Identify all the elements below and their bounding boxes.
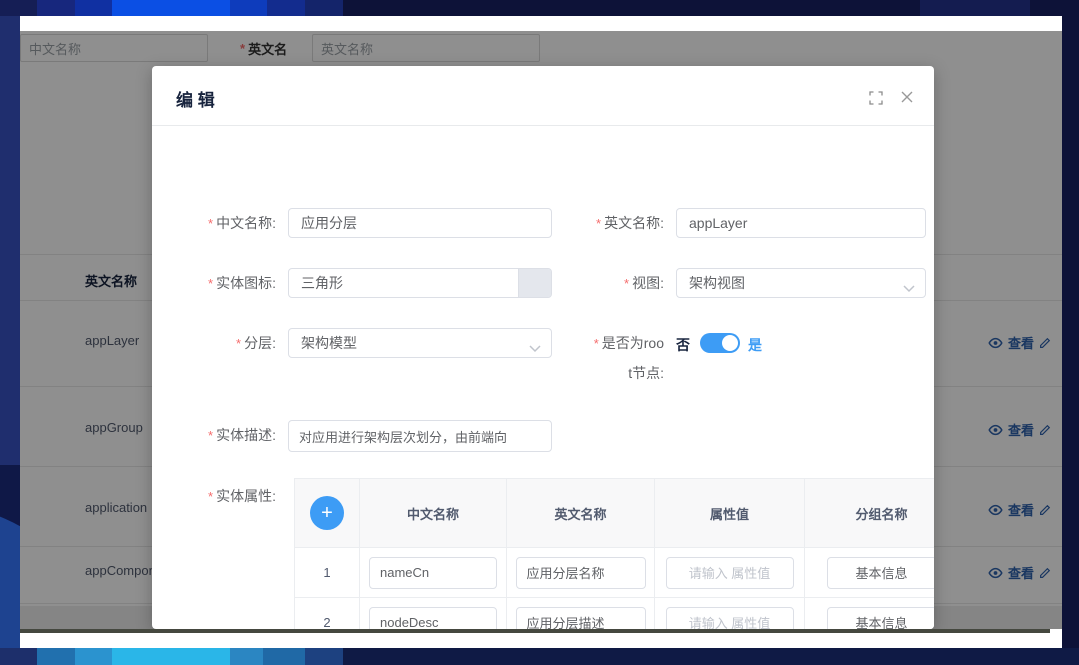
attr-header-name-cn: 中文名称: [360, 479, 507, 547]
screen: 中文名称 * 英文名 英文名称 英文名称 appLayer appGroup a…: [0, 0, 1079, 665]
fullscreen-icon: [869, 91, 883, 105]
required-mark: *: [596, 216, 601, 231]
required-mark: *: [208, 276, 213, 291]
attributes-table-header: + 中文名称 英文名称 属性值 分组名称: [295, 479, 934, 547]
modal-title: 编 辑: [176, 86, 215, 111]
add-attribute-cell: +: [295, 479, 360, 547]
root-node-toggle[interactable]: [700, 333, 740, 353]
attr-value-input[interactable]: 请输入 属性值: [666, 607, 794, 630]
bottom-white-strip: [20, 633, 1062, 648]
field-label-name-cn: * 中文名称:: [176, 208, 276, 238]
required-mark: *: [208, 489, 213, 504]
name-en-input[interactable]: appLayer: [676, 208, 926, 238]
attributes-table-inner: + 中文名称 英文名称 属性值 分组名称 1 nameCn 应用分层名称 请输入: [295, 479, 934, 629]
fullscreen-button[interactable]: [868, 90, 884, 106]
attr-value-input[interactable]: 请输入 属性值: [666, 557, 794, 589]
attr-row-index: 2: [295, 598, 360, 629]
field-label-root-line2: t节点:: [552, 358, 664, 388]
chevron-down-icon: [529, 340, 541, 356]
attr-header-value: 属性值: [655, 479, 805, 547]
attr-group-input[interactable]: 基本信息: [827, 607, 935, 630]
attr-header-group: 分组名称: [805, 479, 934, 547]
attr-header-name-en: 英文名称: [507, 479, 655, 547]
required-mark: *: [236, 336, 241, 351]
field-label-layer: * 分层:: [176, 328, 276, 358]
entity-icon-input[interactable]: 三角形: [288, 268, 552, 298]
edit-modal: 编 辑 * 中文名称: 应用分层 * 英文名称: appLayer: [152, 66, 934, 629]
required-mark: *: [208, 428, 213, 443]
plus-icon: +: [321, 503, 333, 523]
attributes-table: + 中文名称 英文名称 属性值 分组名称 1 nameCn 应用分层名称 请输入: [294, 478, 934, 629]
attr-name-cn-input[interactable]: nodeDesc: [369, 607, 497, 630]
field-label-root-line1: * 是否为roo: [552, 328, 664, 358]
entity-desc-input[interactable]: 对应用进行架构层次划分，由前端向: [288, 420, 552, 452]
field-label-attrs: * 实体属性:: [176, 481, 276, 511]
modal-body: * 中文名称: 应用分层 * 英文名称: appLayer * 实体图标: 三角…: [176, 126, 934, 629]
field-label-entity-icon: * 实体图标:: [176, 268, 276, 298]
attr-group-input[interactable]: 基本信息: [827, 557, 935, 589]
field-label-view: * 视图:: [552, 268, 664, 298]
field-label-desc: * 实体描述:: [176, 420, 276, 450]
close-button[interactable]: [898, 88, 916, 106]
attribute-row: 1 nameCn 应用分层名称 请输入 属性值 基本信息: [295, 547, 934, 597]
field-label-name-en: * 英文名称:: [552, 208, 664, 238]
add-attribute-button[interactable]: +: [310, 496, 344, 530]
attr-row-index: 1: [295, 548, 360, 597]
toggle-knob: [722, 335, 738, 351]
name-cn-input[interactable]: 应用分层: [288, 208, 552, 238]
layer-select[interactable]: 架构模型: [288, 328, 552, 358]
attr-name-cn-input[interactable]: nameCn: [369, 557, 497, 589]
attribute-row: 2 nodeDesc 应用分层描述 请输入 属性值 基本信息: [295, 597, 934, 629]
icon-picker-append[interactable]: [518, 268, 552, 298]
attr-name-en-input[interactable]: 应用分层名称: [516, 557, 646, 589]
close-icon: [901, 91, 913, 103]
view-select[interactable]: 架构视图: [676, 268, 926, 298]
toggle-on-text: 是: [748, 335, 762, 355]
attr-name-en-input[interactable]: 应用分层描述: [516, 607, 646, 630]
toggle-off-text: 否: [676, 335, 690, 355]
required-mark: *: [208, 216, 213, 231]
required-mark: *: [624, 276, 629, 291]
required-mark: *: [594, 336, 599, 351]
chevron-down-icon: [903, 280, 915, 296]
